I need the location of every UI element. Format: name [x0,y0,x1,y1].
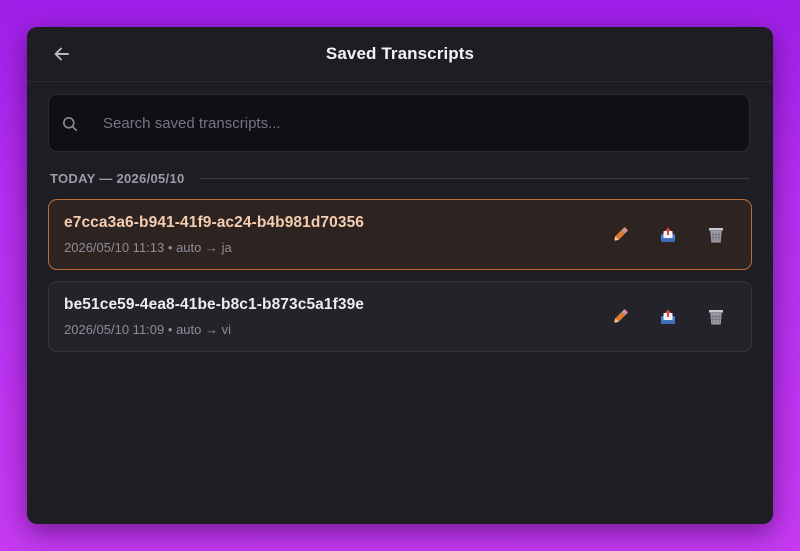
trash-can-icon [709,310,723,325]
language-arrow: → [205,322,218,337]
transcript-item[interactable]: e7cca3a6-b941-41f9-ac24-b4b981d70356 202… [48,199,752,270]
header: Saved Transcripts [27,27,773,82]
rename-button[interactable] [607,222,633,248]
search-icon [63,117,77,131]
transcript-meta: 2026/05/10 11:13 • auto → ja [64,240,232,255]
pencil-icon [613,309,628,324]
search-input[interactable] [103,95,723,151]
transcript-meta: 2026/05/10 11:09 • auto → vi [64,322,231,337]
search-box[interactable] [48,94,750,152]
language-arrow: → [205,240,218,255]
export-button[interactable] [655,304,681,330]
transcript-item[interactable]: be51ce59-4ea8-41be-b8c1-b873c5a1f39e 202… [48,281,752,352]
transcript-id: be51ce59-4ea8-41be-b8c1-b873c5a1f39e [64,296,365,313]
target-language: vi [221,322,232,337]
pencil-icon [613,227,628,242]
delete-button[interactable] [703,222,729,248]
export-tray-icon [661,227,675,242]
date-section-header: TODAY — 2026/05/10 [50,170,750,186]
section-divider [198,177,750,179]
item-actions [585,304,729,330]
page-title: Saved Transcripts [325,44,475,63]
target-language: ja [221,240,232,255]
delete-button[interactable] [703,304,729,330]
trash-can-icon [709,228,723,243]
item-actions [585,222,729,248]
source-language: auto [176,240,202,255]
transcript-id: e7cca3a6-b941-41f9-ac24-b4b981d70356 [64,214,365,231]
meta-dot: • [167,240,173,255]
source-language: auto [176,322,202,337]
export-tray-icon [661,309,675,324]
meta-dot: • [167,322,173,337]
export-button[interactable] [655,222,681,248]
rename-button[interactable] [607,304,633,330]
transcript-datetime: 2026/05/10 11:09 [64,322,165,337]
saved-transcripts-window: Saved Transcripts TODAY — 2026/05/10 e7c… [27,27,773,524]
transcript-datetime: 2026/05/10 11:13 [64,240,165,255]
section-label: TODAY — 2026/05/10 [50,170,185,186]
